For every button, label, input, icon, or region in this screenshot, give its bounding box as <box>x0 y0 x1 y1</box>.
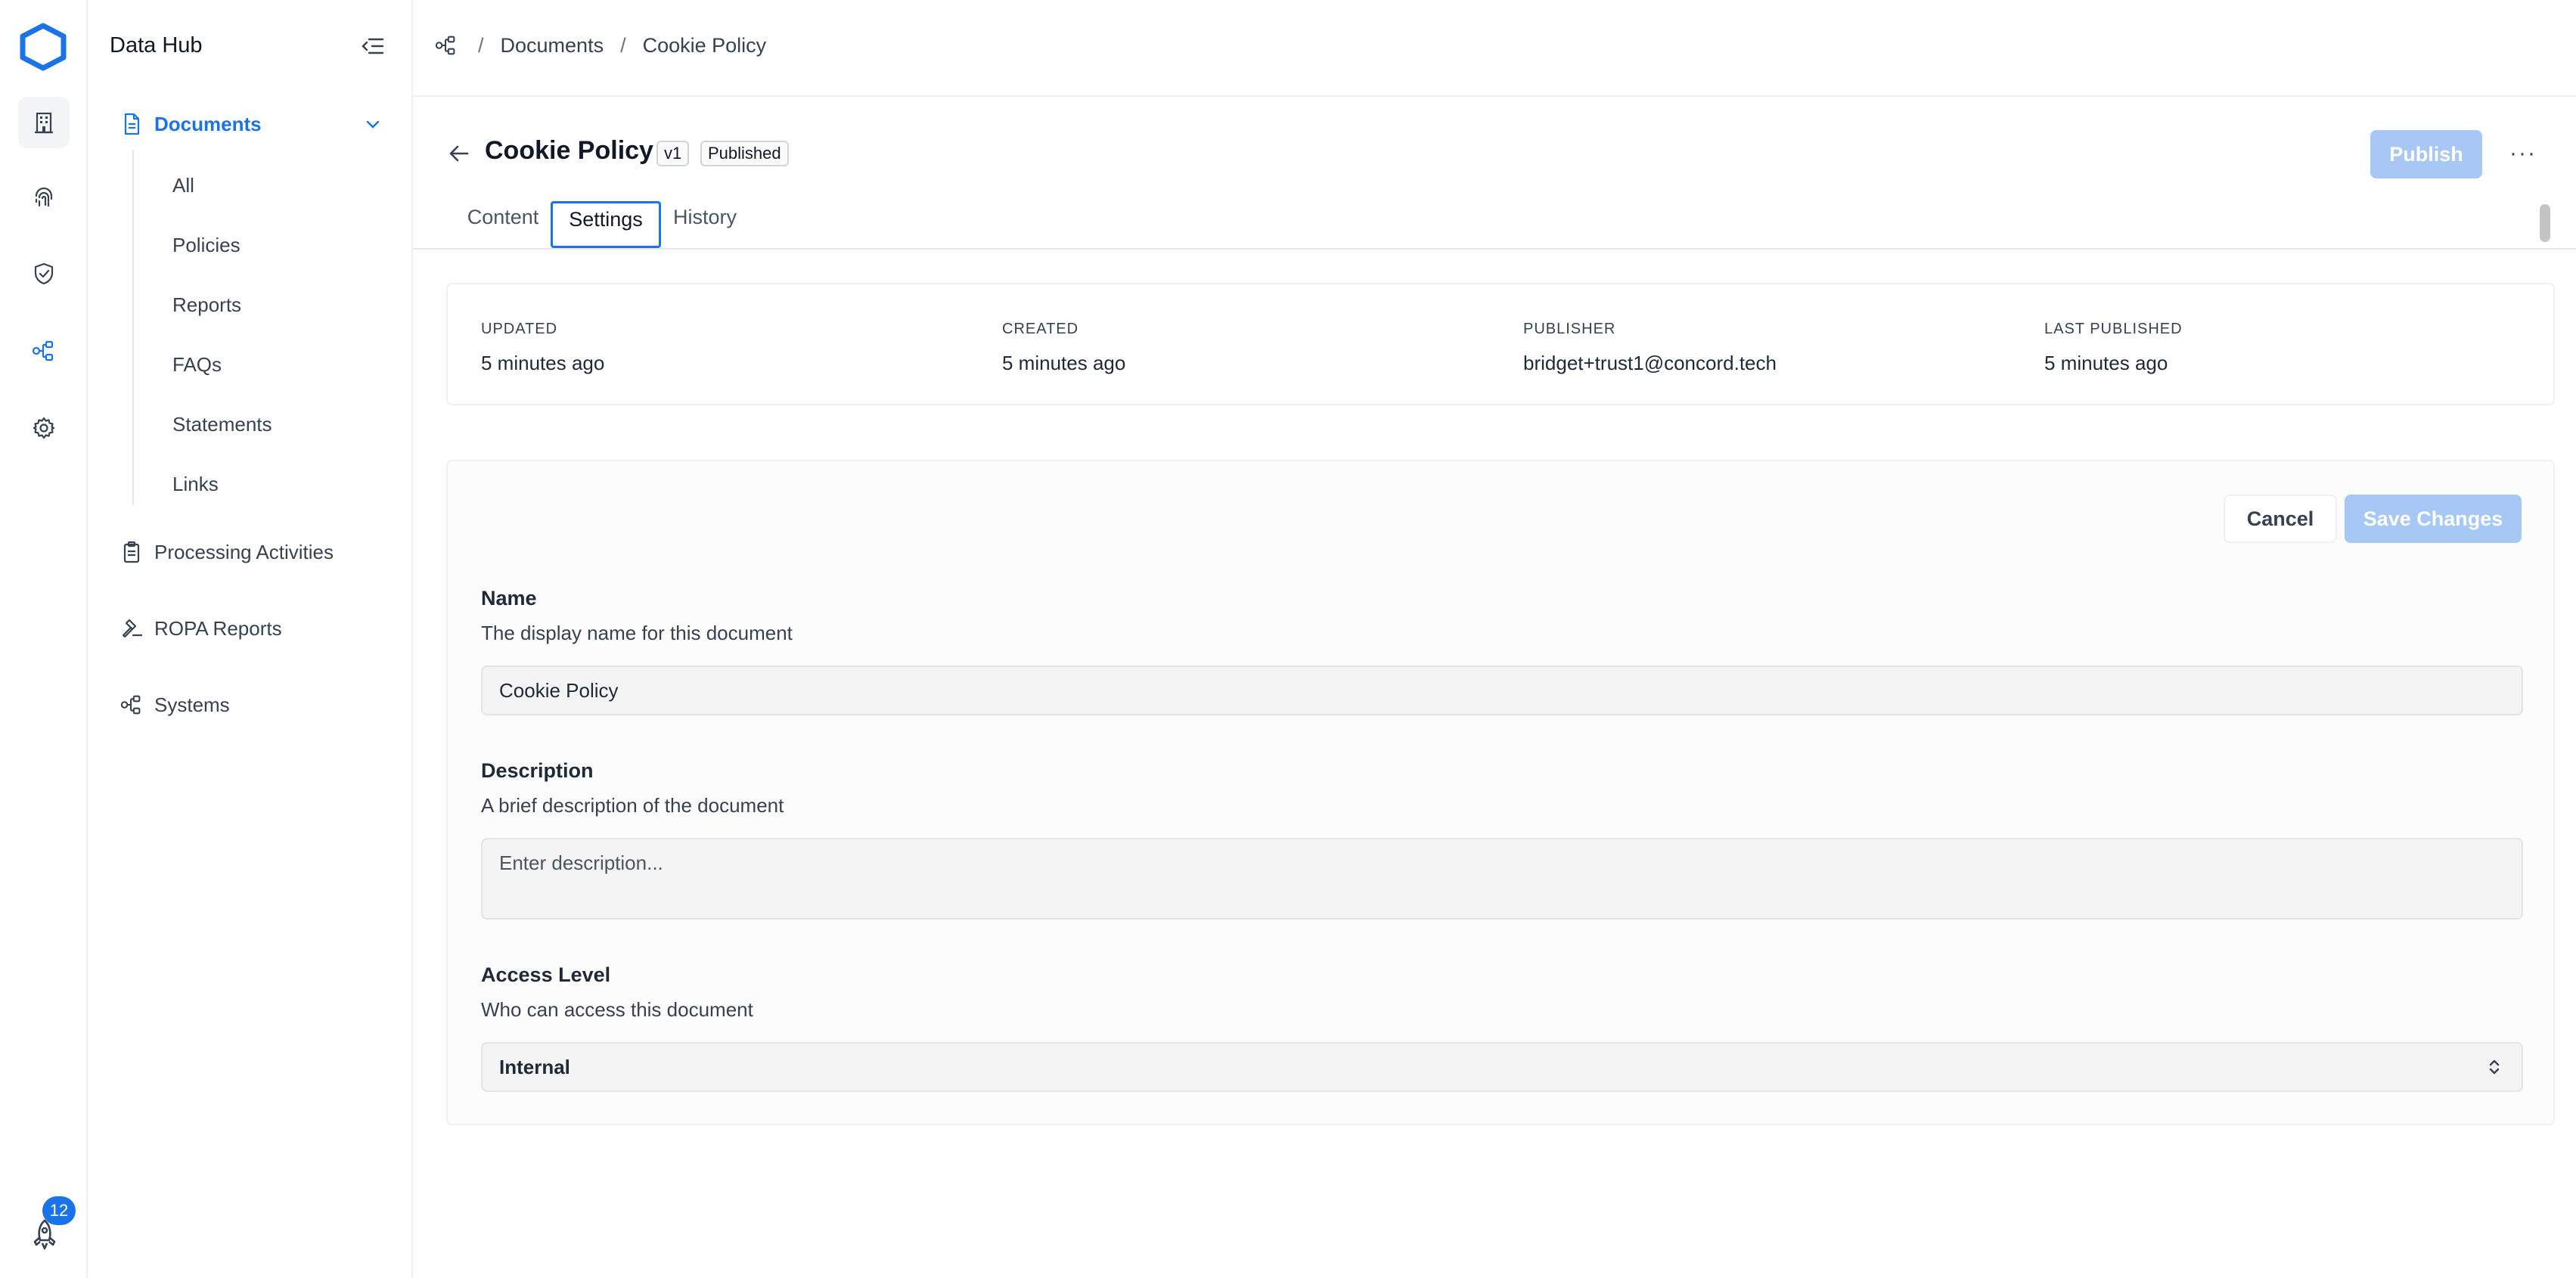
breadcrumb-separator: / <box>620 33 626 57</box>
meta-label: UPDATED <box>481 321 558 337</box>
document-metadata-card: UPDATED 5 minutes ago CREATED 5 minutes … <box>446 283 2555 405</box>
description-help-text: A brief description of the document <box>481 794 784 817</box>
back-arrow-icon[interactable] <box>446 141 472 166</box>
submenu-guide-line <box>132 150 134 505</box>
tab-content[interactable]: Content <box>463 201 543 248</box>
clipboard-icon <box>123 541 140 563</box>
sidebar-subitem-policies[interactable]: Policies <box>172 234 241 257</box>
sidebar-subitem-links[interactable]: Links <box>172 473 219 496</box>
top-bar: / Documents / Cookie Policy <box>413 0 2576 97</box>
save-changes-button[interactable]: Save Changes <box>2345 495 2522 543</box>
meta-label: PUBLISHER <box>1523 321 1616 337</box>
meta-publisher: PUBLISHER bridget+trust1@concord.tech <box>1523 321 1777 375</box>
more-options-icon[interactable]: ··· <box>2509 141 2537 166</box>
building-icon[interactable] <box>18 97 70 148</box>
access-level-select[interactable]: Internal <box>481 1042 2523 1092</box>
meta-label: CREATED <box>1002 321 1079 337</box>
meta-last-published: LAST PUBLISHED 5 minutes ago <box>2044 321 2183 375</box>
access-level-value: Internal <box>499 1055 570 1078</box>
meta-updated: UPDATED 5 minutes ago <box>481 321 604 375</box>
chevron-down-icon[interactable] <box>363 115 383 135</box>
version-badge: v1 <box>656 141 690 166</box>
share-nodes-icon[interactable] <box>18 325 70 377</box>
meta-value: bridget+trust1@concord.tech <box>1523 352 1777 374</box>
sidebar-item-label: Documents <box>154 112 262 135</box>
page-title: Cookie Policy <box>485 136 653 165</box>
meta-created: CREATED 5 minutes ago <box>1002 321 1125 375</box>
tab-bar: Content Settings History <box>413 198 2576 250</box>
sidebar-item-label: ROPA Reports <box>154 616 282 640</box>
access-level-help-text: Who can access this document <box>481 998 753 1021</box>
document-icon <box>124 113 140 135</box>
sidebar: Data Hub Documents All Policies Reports … <box>88 0 413 1278</box>
name-field[interactable]: Cookie Policy <box>481 665 2523 715</box>
collapse-sidebar-icon[interactable] <box>360 35 386 57</box>
description-label: Description <box>481 759 594 782</box>
chevron-up-down-icon <box>2489 1059 2500 1075</box>
sidebar-item-systems[interactable]: Systems <box>119 693 230 717</box>
meta-label: LAST PUBLISHED <box>2044 321 2183 337</box>
description-field[interactable]: Enter description... <box>481 838 2523 920</box>
icon-rail: 12 <box>0 0 88 1278</box>
settings-form: Cancel Save Changes Name The display nam… <box>446 460 2555 1125</box>
sidebar-item-label: Processing Activities <box>154 540 334 563</box>
sidebar-item-ropa-reports[interactable]: ROPA Reports <box>119 616 282 641</box>
notification-badge[interactable]: 12 <box>42 1196 76 1225</box>
breadcrumb: / Documents / Cookie Policy <box>434 33 766 57</box>
access-level-label: Access Level <box>481 963 611 986</box>
breadcrumb-separator: / <box>478 33 484 57</box>
shield-check-icon[interactable] <box>18 248 70 299</box>
sidebar-subitem-statements[interactable]: Statements <box>172 413 272 436</box>
fingerprint-icon[interactable] <box>18 172 70 224</box>
name-help-text: The display name for this document <box>481 622 793 644</box>
breadcrumb-current: Cookie Policy <box>642 33 767 57</box>
scrollbar-thumb[interactable] <box>2540 204 2550 242</box>
publish-button[interactable]: Publish <box>2370 130 2482 178</box>
sidebar-subitem-all[interactable]: All <box>172 174 194 197</box>
breadcrumb-documents[interactable]: Documents <box>501 34 604 57</box>
sidebar-subitem-reports[interactable]: Reports <box>172 293 241 317</box>
gear-icon[interactable] <box>18 402 70 454</box>
sidebar-item-processing-activities[interactable]: Processing Activities <box>119 540 334 564</box>
meta-value: 5 minutes ago <box>2044 352 2168 374</box>
sidebar-item-documents[interactable]: Documents <box>119 112 262 136</box>
tab-history[interactable]: History <box>669 201 741 248</box>
sidebar-item-label: Systems <box>154 693 230 716</box>
app-logo-icon[interactable] <box>18 23 68 71</box>
name-label: Name <box>481 587 537 610</box>
status-badge: Published <box>700 141 789 166</box>
meta-value: 5 minutes ago <box>1002 352 1126 374</box>
tab-settings[interactable]: Settings <box>551 201 661 248</box>
gavel-icon <box>122 619 143 638</box>
share-nodes-icon <box>120 695 141 715</box>
meta-value: 5 minutes ago <box>481 352 605 374</box>
share-nodes-icon[interactable] <box>434 33 458 57</box>
cancel-button[interactable]: Cancel <box>2224 495 2337 543</box>
app-title: Data Hub <box>110 33 203 57</box>
sidebar-subitem-faqs[interactable]: FAQs <box>172 353 222 377</box>
